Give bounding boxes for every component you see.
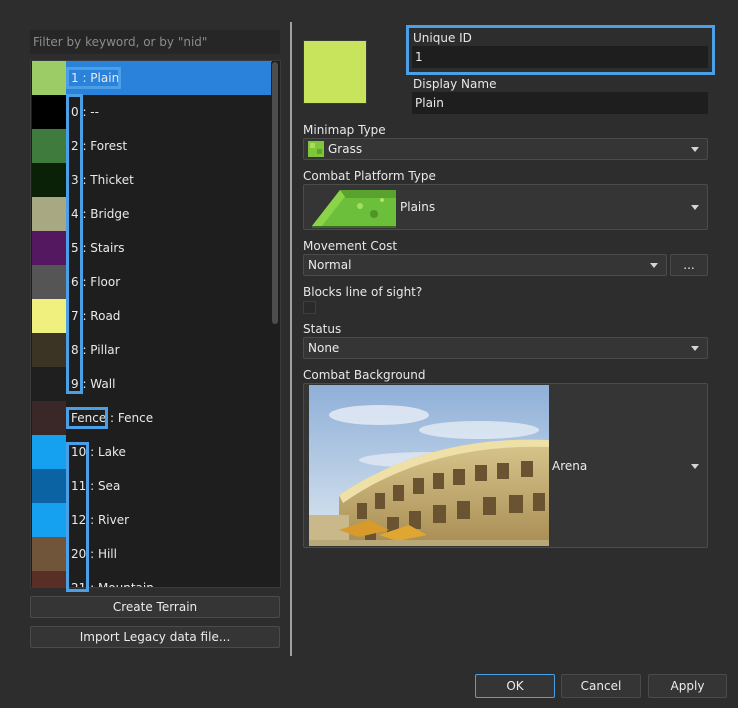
blocks-los-label: Blocks line of sight? — [303, 285, 423, 299]
terrain-list-item[interactable]: 4 : Bridge — [32, 197, 272, 231]
terrain-color-swatch — [32, 61, 66, 95]
terrain-list-item-label: 4 : Bridge — [71, 207, 130, 221]
terrain-color-swatch — [32, 333, 66, 367]
blocks-los-checkbox[interactable] — [303, 301, 316, 314]
terrain-color-swatch — [32, 299, 66, 333]
terrain-color-swatch — [32, 503, 66, 537]
minimap-type-value: Grass — [328, 142, 363, 156]
terrain-list-item-label: 10 : Lake — [71, 445, 126, 459]
terrain-color-swatch — [32, 95, 66, 129]
terrain-color-preview[interactable] — [303, 40, 367, 104]
terrain-list-item[interactable]: 9 : Wall — [32, 367, 272, 401]
terrain-list-item-label: 21 : Mountain — [71, 581, 154, 588]
panel-divider[interactable] — [290, 22, 292, 656]
chevron-down-icon — [691, 147, 699, 152]
terrain-list-item-label: Fence : Fence — [71, 411, 154, 425]
filter-input[interactable] — [30, 30, 280, 54]
ok-button[interactable]: OK — [475, 674, 555, 698]
unique-id-label: Unique ID — [413, 31, 472, 45]
create-terrain-button[interactable]: Create Terrain — [30, 596, 280, 618]
terrain-list-item[interactable]: 1 : Plain — [32, 61, 272, 95]
terrain-list-item[interactable]: 2 : Forest — [32, 129, 272, 163]
arena-background-thumbnail — [309, 385, 549, 546]
chevron-down-icon — [691, 463, 699, 469]
terrain-list-item[interactable]: 11 : Sea — [32, 469, 272, 503]
apply-button[interactable]: Apply — [648, 674, 727, 698]
terrain-list-item[interactable]: Fence : Fence — [32, 401, 272, 435]
terrain-color-swatch — [32, 367, 66, 401]
combat-platform-label: Combat Platform Type — [303, 169, 436, 183]
terrain-list-item-label: 7 : Road — [71, 309, 121, 323]
terrain-list-item-label: 20 : Hill — [71, 547, 117, 561]
status-value: None — [308, 341, 340, 355]
terrain-list-item-label: 9 : Wall — [71, 377, 116, 391]
terrain-list-item[interactable]: 8 : Pillar — [32, 333, 272, 367]
chevron-down-icon — [691, 346, 699, 351]
combat-background-value: Arena — [552, 458, 588, 473]
terrain-color-swatch — [32, 129, 66, 163]
terrain-color-swatch — [32, 435, 66, 469]
terrain-list-scroll-thumb[interactable] — [272, 62, 278, 324]
grass-tile-icon — [308, 141, 324, 157]
terrain-list-item-label: 1 : Plain — [71, 71, 120, 85]
terrain-list-item-label: 3 : Thicket — [71, 173, 134, 187]
terrain-list-item[interactable]: 21 : Mountain — [32, 571, 272, 588]
cancel-button[interactable]: Cancel — [561, 674, 641, 698]
movement-cost-more-button[interactable]: ... — [670, 254, 708, 276]
terrain-list-item[interactable]: 7 : Road — [32, 299, 272, 333]
terrain-color-swatch — [32, 163, 66, 197]
terrain-color-swatch — [32, 537, 66, 571]
terrain-list-item[interactable]: 3 : Thicket — [32, 163, 272, 197]
terrain-list-item[interactable]: 10 : Lake — [32, 435, 272, 469]
display-name-field[interactable] — [412, 92, 708, 114]
combat-platform-select[interactable]: Plains — [303, 184, 708, 230]
combat-background-select[interactable]: Arena — [303, 383, 708, 548]
terrain-color-swatch — [32, 571, 66, 587]
terrain-list-item-label: 5 : Stairs — [71, 241, 125, 255]
terrain-color-swatch — [32, 401, 66, 435]
chevron-down-icon — [691, 205, 699, 210]
terrain-list-item-label: 2 : Forest — [71, 139, 128, 153]
terrain-list-item-label: 12 : River — [71, 513, 130, 527]
status-label: Status — [303, 322, 342, 336]
terrain-color-swatch — [32, 265, 66, 299]
terrain-list-item[interactable]: 12 : River — [32, 503, 272, 537]
terrain-list-item-label: 6 : Floor — [71, 275, 121, 289]
display-name-label: Display Name — [413, 77, 497, 91]
minimap-type-select[interactable]: Grass — [303, 138, 708, 160]
movement-cost-select[interactable]: Normal — [303, 254, 667, 276]
terrain-list-item[interactable]: 6 : Floor — [32, 265, 272, 299]
chevron-down-icon — [650, 263, 658, 268]
terrain-list-item[interactable]: 5 : Stairs — [32, 231, 272, 265]
terrain-list-item-label: 11 : Sea — [71, 479, 121, 493]
terrain-color-swatch — [32, 231, 66, 265]
terrain-color-swatch — [32, 197, 66, 231]
combat-background-label: Combat Background — [303, 368, 426, 382]
terrain-list-item-label: 8 : Pillar — [71, 343, 120, 357]
terrain-list-item-label: 0 : -- — [71, 105, 99, 119]
import-legacy-button[interactable]: Import Legacy data file... — [30, 626, 280, 648]
unique-id-field[interactable] — [412, 46, 708, 68]
movement-cost-label: Movement Cost — [303, 239, 398, 253]
plains-platform-thumbnail — [310, 186, 398, 228]
terrain-list-item[interactable]: 20 : Hill — [32, 537, 272, 571]
terrain-color-swatch — [32, 469, 66, 503]
status-select[interactable]: None — [303, 337, 708, 359]
minimap-type-label: Minimap Type — [303, 123, 386, 137]
movement-cost-value: Normal — [308, 258, 352, 272]
terrain-list[interactable]: 1 : Plain 0 : -- 2 : Forest 3 : Thicket 4 : … — [30, 60, 281, 588]
terrain-list-item[interactable]: 0 : -- — [32, 95, 272, 129]
combat-platform-value: Plains — [400, 200, 436, 214]
